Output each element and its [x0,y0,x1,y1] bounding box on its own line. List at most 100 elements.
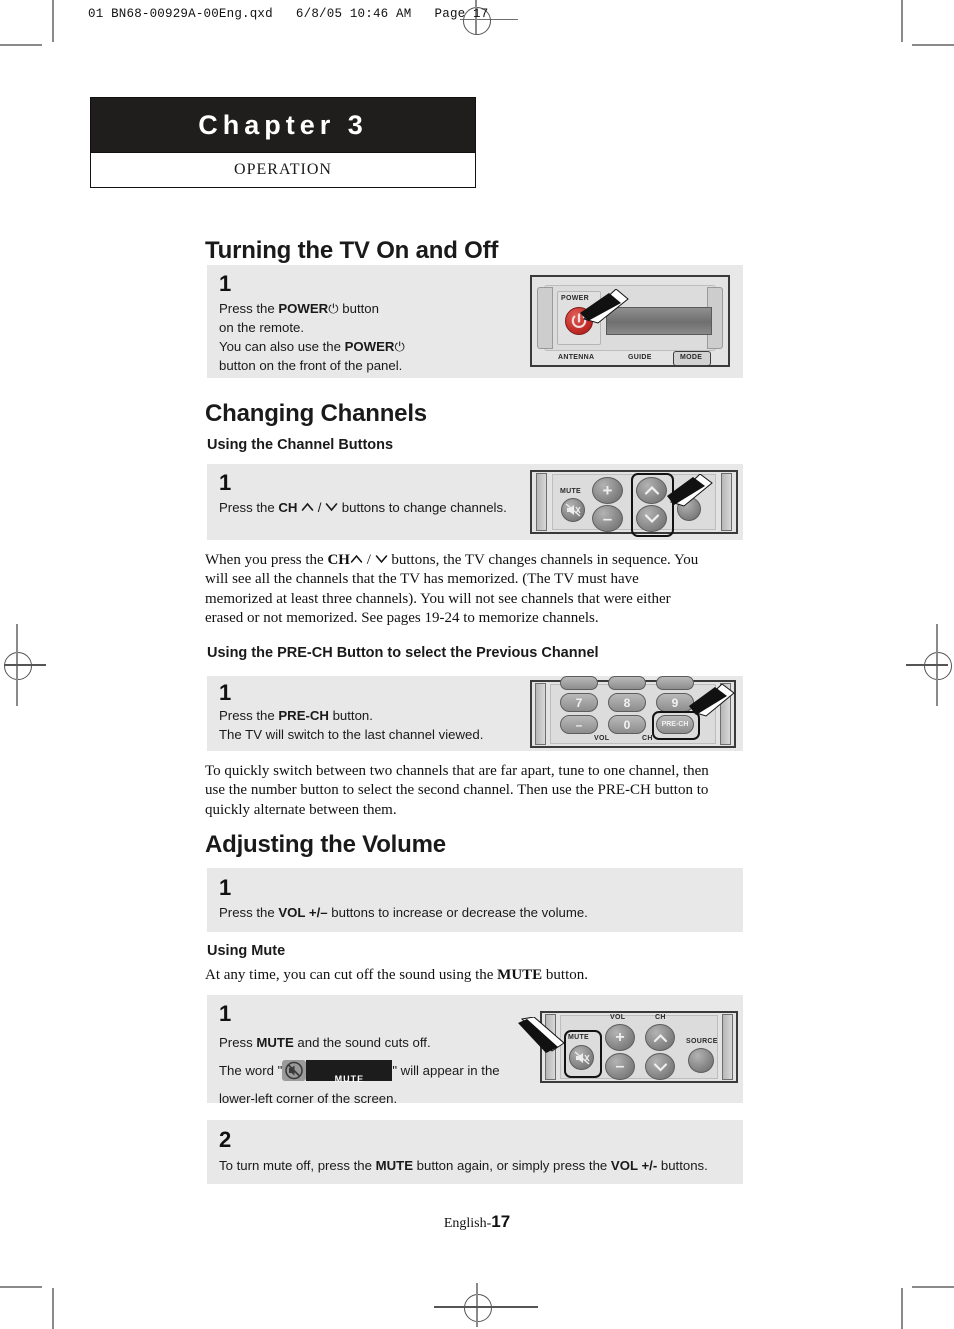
body-text-mute-intro: At any time, you can cut off the sound u… [205,966,713,985]
source-button[interactable] [688,1048,714,1073]
power-line1-b: POWER [278,301,329,316]
remote-illustration-power: POWER ANTENNA GUIDE MODE [530,275,730,367]
mute-s2-d: VOL +/- [610,1158,658,1173]
pointer-arrow-channel [664,474,714,518]
mute-intro-a: At any time, you can cut off the sound u… [205,967,498,983]
crop-mark-bottom-right-h [912,1286,954,1288]
chevron-up-icon [350,554,363,563]
remote-label-ch: CH [655,1014,666,1021]
remote-illustration-keypad: 7 8 9 – 0 PRE-CH VOL CH [530,676,736,748]
keypad-key-partial [608,676,646,690]
panel-mute-step2: 2 To turn mute off, press the MUTE butto… [207,1120,743,1184]
section-heading-channels: Changing Channels [205,400,427,427]
keypad-key-7[interactable]: 7 [560,693,598,712]
prech-line1-b: PRE-CH [278,708,329,723]
keypad-row-partial [560,676,700,690]
crop-mark-bottom-left-h [0,1286,42,1288]
channel-down-button[interactable] [645,1053,675,1080]
step-number: 1 [219,875,232,900]
pointer-arrow-power [576,289,630,335]
mute-osd-label: MUTE [334,1074,365,1084]
power-line2: on the remote. [219,320,305,335]
channel-up-button[interactable] [645,1024,675,1051]
volume-down-label: – [615,1057,625,1075]
step-text-mute: Press MUTE and the sound cuts off. The w… [219,1029,529,1113]
registration-mark-bottom [464,1294,492,1322]
keypad-key-dash[interactable]: – [560,715,598,734]
step-number: 2 [219,1127,232,1152]
registration-mark-bottom-h [434,1306,538,1308]
pointer-arrow-mute [518,1017,570,1061]
power-line4: button on the front of the panel. [219,358,403,373]
mute-s2-c: button again, or simply press the [413,1158,611,1173]
power-line3-b: POWER [344,339,395,354]
remote-label-mode: MODE [680,354,703,361]
volume-up-button[interactable]: + [605,1024,635,1051]
vol-step-b: VOL +/– [278,905,328,920]
body-text-channels: When you press the CH / buttons, the TV … [205,552,699,627]
remote-label-vol: VOL [610,1014,626,1021]
chapter-title-bar: Chapter 3 [91,98,475,152]
remote-illustration-mute: VOL CH MUTE + – SOURCE [518,1011,738,1083]
chapter-box: Chapter 3 OPERATION [90,97,476,188]
subheading-prech: Using the PRE-CH Button to select the Pr… [207,645,599,661]
keypad-key-0-label: 0 [623,717,631,732]
remote-left-rail [535,683,546,745]
registration-mark-left-h [4,664,46,666]
pointer-arrow-prech [686,684,736,730]
remote-label-guide: GUIDE [628,354,652,361]
registration-mark-left [4,652,32,680]
file-header: 01 BN68-00929A-00Eng.qxd 6/8/05 10:46 AM… [88,7,489,21]
remote-right-rail [722,1014,733,1080]
registration-mark-right [924,652,952,680]
volume-down-button[interactable]: – [592,505,623,532]
keypad-key-8-label: 8 [623,695,631,710]
crop-mark-top-right-h [912,44,954,46]
chapter-subtitle: OPERATION [234,161,332,179]
mute-button-label: MUTE [560,488,582,495]
ch-slash: / [314,500,326,515]
page-footer: English-17 [0,1212,954,1232]
ch-body-a: When you press the [205,552,328,568]
section-heading-volume: Adjusting the Volume [205,831,446,858]
volume-down-button[interactable]: – [605,1053,635,1080]
step-text-channels: Press the CH / buttons to change channel… [219,498,529,517]
remote-right-rail [721,473,732,531]
power-icon-2: ⏻ [394,339,405,354]
remote-label-antenna: ANTENNA [558,354,595,361]
power-line1-a: Press the [219,301,279,316]
panel-prech-step: 1 Press the PRE-CH button. The TV will s… [207,676,743,751]
panel-power-step: 1 Press the POWER⏻ button on the remote.… [207,265,743,378]
mute-s1-l2-a: The word " [219,1063,283,1078]
chevron-up-icon [653,1033,667,1042]
keypad-key-dash-label: – [575,717,583,732]
section-heading-power: Turning the TV On and Off [205,237,499,264]
mute-s1-l1-a: Press [219,1035,257,1050]
panel-channel-step: 1 Press the CH / buttons to change chann… [207,464,743,540]
prech-line1-c: button. [328,708,373,723]
panel-volume-step: 1 Press the VOL +/– buttons to increase … [207,868,743,932]
body-text-prech: To quickly switch between two channels t… [205,763,709,818]
ch-step-c: buttons to change channels. [338,500,507,515]
subheading-mute: Using Mute [207,943,286,959]
mute-s1-l2-b: " will appear in the [392,1063,500,1078]
ch-step-a: Press the [219,500,279,515]
mute-s1-l1-c: and the sound cuts off. [293,1035,431,1050]
chapter-subtitle-initial: O [234,161,247,178]
chevron-up-icon [301,502,314,511]
keypad-key-8[interactable]: 8 [608,693,646,712]
mute-osd-speaker-icon [282,1060,307,1081]
step-text-power: Press the POWER⏻ button on the remote. Y… [219,299,519,375]
volume-up-button[interactable]: + [592,477,623,504]
remote-left-shoulder [537,287,553,349]
keypad-key-0[interactable]: 0 [608,715,646,734]
vol-step-c: buttons to increase or decrease the volu… [327,905,588,920]
crop-mark-bottom-right-v [901,1288,903,1329]
step-number: 1 [219,680,232,705]
vol-step-a: Press the [219,905,279,920]
keypad-key-partial [560,676,598,690]
mute-osd-box: MUTE [306,1060,393,1084]
mute-button[interactable] [561,498,585,522]
keypad-label-vol: VOL [594,735,610,742]
step-number: 1 [219,1001,232,1026]
